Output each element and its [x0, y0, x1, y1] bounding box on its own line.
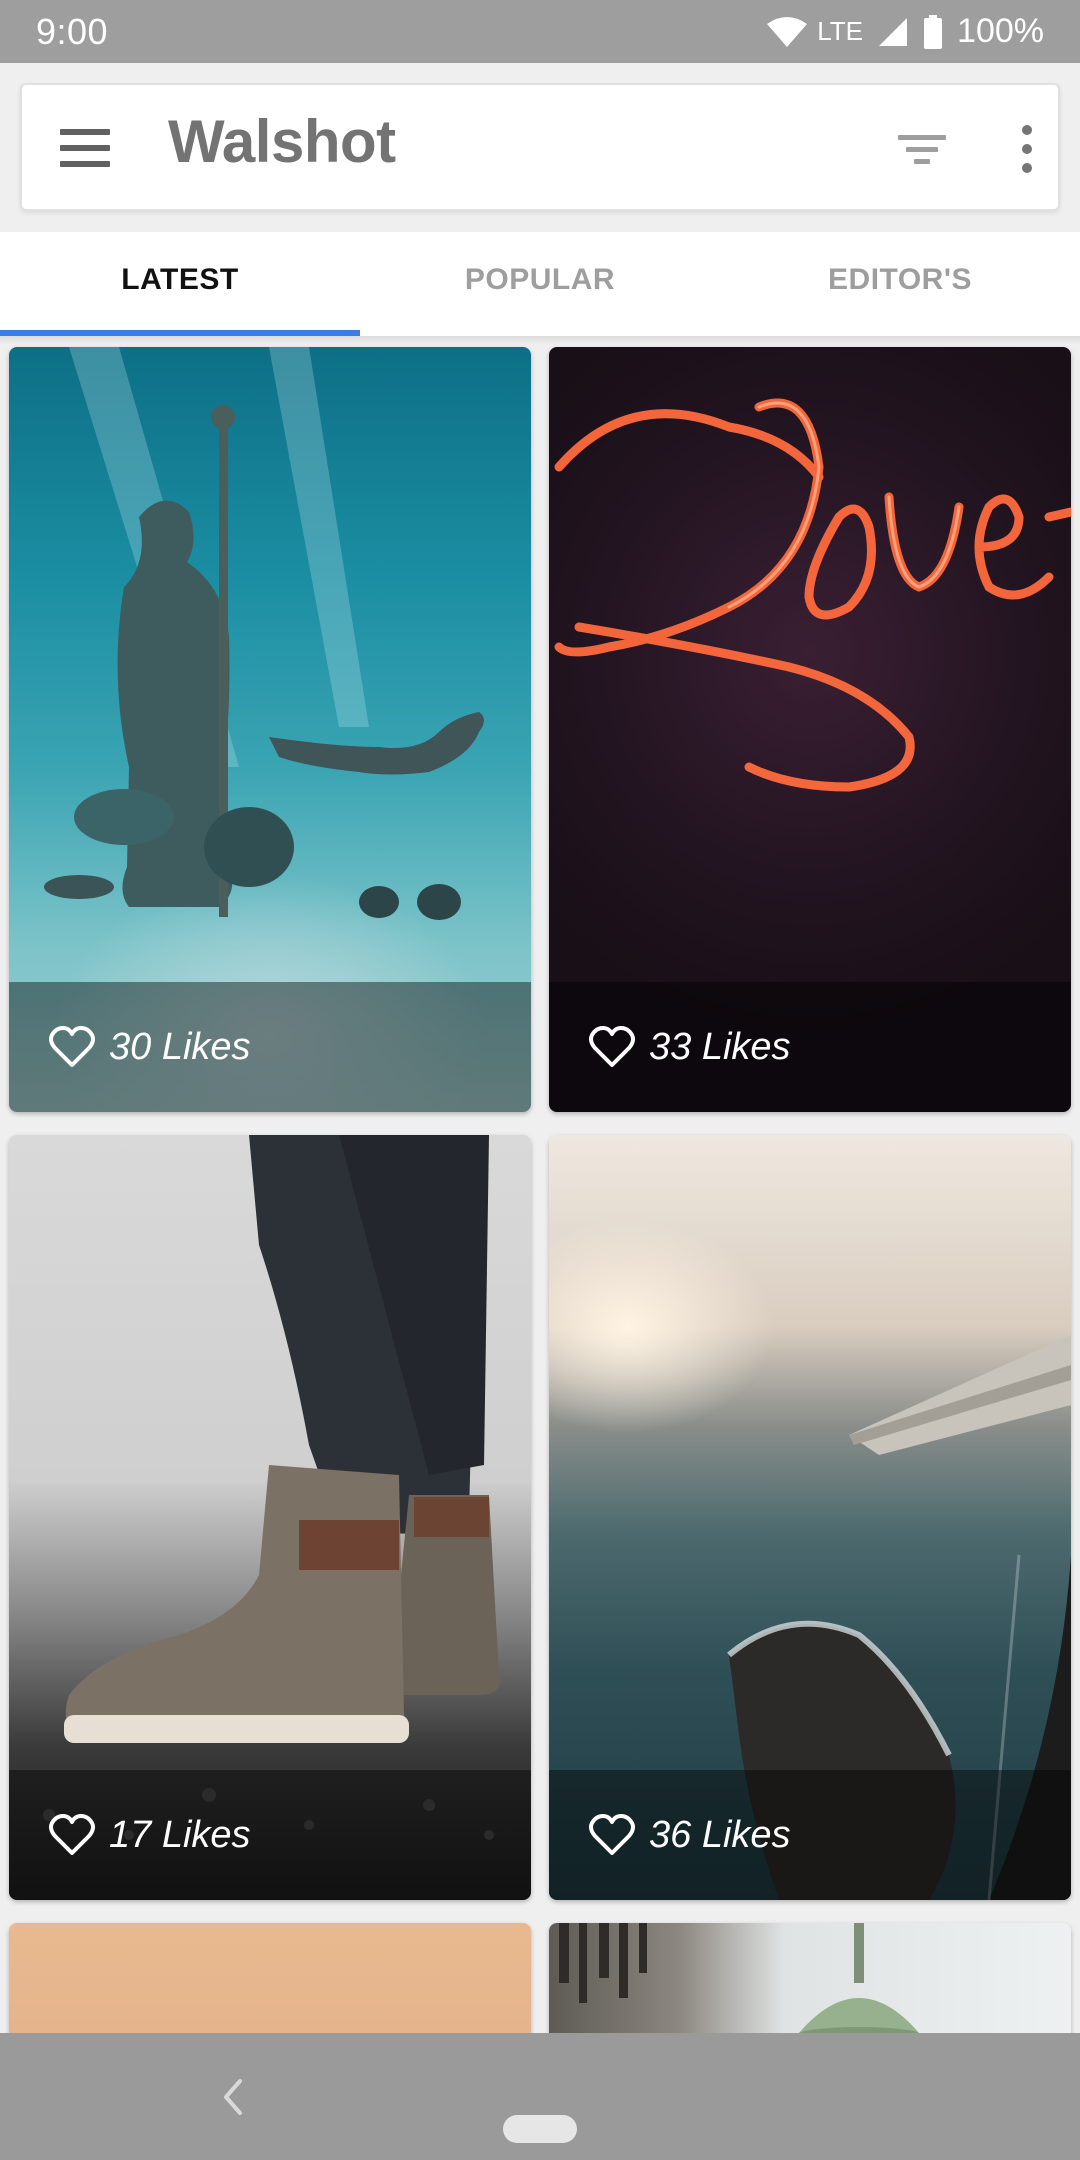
likes-overlay: 33 Likes: [549, 982, 1071, 1112]
app-bar: Walshot: [20, 83, 1060, 211]
hamburger-menu-icon[interactable]: [58, 121, 112, 175]
likes-count: 36 Likes: [649, 1813, 791, 1856]
heart-icon[interactable]: [49, 1026, 95, 1068]
tab-editors[interactable]: EDITOR'S: [720, 232, 1080, 336]
status-time: 9:00: [36, 10, 109, 52]
app-title: Walshot: [168, 108, 396, 175]
likes-overlay: 30 Likes: [9, 982, 531, 1112]
likes-count: 17 Likes: [109, 1813, 251, 1856]
home-pill-icon[interactable]: [503, 2115, 577, 2143]
wifi-icon: [767, 16, 808, 47]
photo-card[interactable]: 33 Likes: [549, 347, 1071, 1112]
screen: 9:00 LTE 100% Walshot LATEST POPULAR EDI…: [0, 0, 1080, 2160]
status-bar: 9:00 LTE 100%: [0, 0, 1080, 63]
more-vert-icon[interactable]: [1012, 121, 1042, 177]
likes-overlay: 36 Likes: [549, 1770, 1071, 1900]
likes-count: 33 Likes: [649, 1025, 791, 1068]
tabs-divider: [0, 336, 1080, 344]
status-icons: LTE 100%: [765, 12, 1044, 51]
tab-latest[interactable]: LATEST: [0, 232, 360, 336]
tab-bar: LATEST POPULAR EDITOR'S: [0, 232, 1080, 336]
navigation-bar: [0, 2033, 1080, 2160]
photo-card[interactable]: 30 Likes: [9, 347, 531, 1112]
photo-card[interactable]: 17 Likes: [9, 1135, 531, 1900]
back-icon[interactable]: [218, 2077, 248, 2117]
heart-icon[interactable]: [589, 1814, 635, 1856]
battery-percent: 100%: [957, 12, 1044, 50]
tab-popular[interactable]: POPULAR: [360, 232, 720, 336]
likes-count: 30 Likes: [109, 1025, 251, 1068]
network-type: LTE: [817, 16, 864, 46]
heart-icon[interactable]: [49, 1814, 95, 1856]
signal-icon: [879, 17, 908, 46]
photo-card[interactable]: 36 Likes: [549, 1135, 1071, 1900]
battery-icon: [924, 14, 943, 49]
likes-overlay: 17 Likes: [9, 1770, 531, 1900]
heart-icon[interactable]: [589, 1026, 635, 1068]
filter-icon[interactable]: [892, 125, 952, 175]
